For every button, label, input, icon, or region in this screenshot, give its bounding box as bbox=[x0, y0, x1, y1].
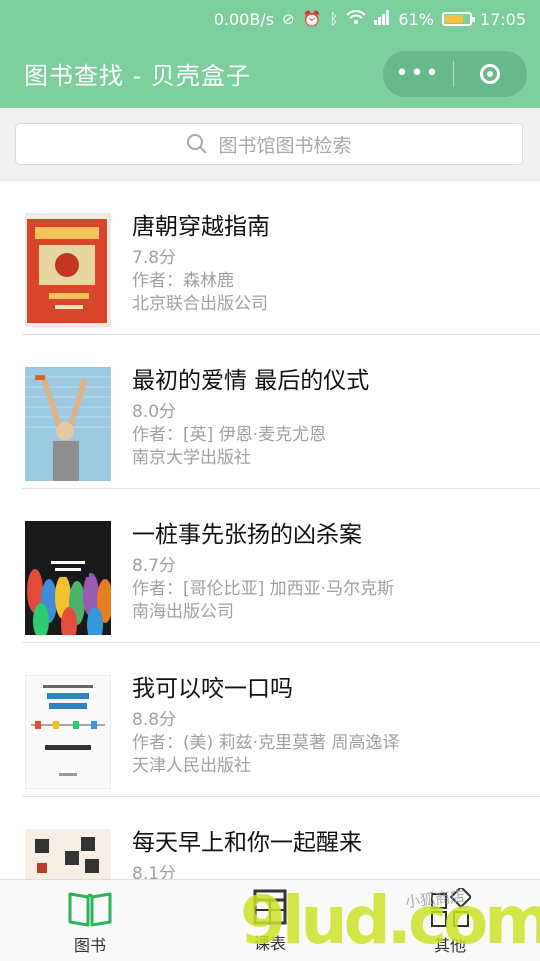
mini-program-capsule: ••• bbox=[382, 50, 528, 98]
book-cover bbox=[25, 367, 111, 481]
book-publisher: 北京联合出版公司 bbox=[132, 294, 268, 314]
tab-label: 其他 bbox=[433, 936, 466, 955]
status-bar: 0.00B/s ⊘ ⏰ ᛒ 61% 17:05 bbox=[0, 0, 540, 38]
book-list: 唐朝穿越指南 7.8分 作者：森林鹿 北京联合出版公司 最初的爱情 最后的仪式 … bbox=[0, 181, 540, 879]
battery-icon bbox=[441, 12, 475, 26]
list-item[interactable]: 我可以咬一口吗 8.8分 作者：(美) 莉兹·克里莫著 周高逸译 天津人民出版社 bbox=[22, 643, 540, 797]
book-cover bbox=[25, 675, 111, 789]
tab-books[interactable]: 图书 bbox=[0, 880, 180, 961]
tab-label: 图书 bbox=[73, 936, 106, 955]
list-item[interactable]: 最初的爱情 最后的仪式 8.0分 作者：[英] 伊恩·麦克尤恩 南京大学出版社 bbox=[22, 335, 540, 489]
book-info: 一桩事先张扬的凶杀案 8.7分 作者：[哥伦比亚] 加西亚·马尔克斯 南海出版公… bbox=[132, 515, 394, 624]
book-publisher: 南京大学出版社 bbox=[132, 448, 251, 468]
book-cover bbox=[25, 213, 111, 327]
list-item[interactable]: 唐朝穿越指南 7.8分 作者：森林鹿 北京联合出版公司 bbox=[22, 181, 540, 335]
battery-percent: 61% bbox=[398, 9, 434, 29]
tab-bar: 图书 课表 其他 bbox=[0, 879, 540, 961]
book-cover bbox=[25, 829, 111, 879]
bluetooth-icon: ᛒ bbox=[329, 10, 339, 28]
alarm-icon: ⏰ bbox=[302, 10, 322, 28]
tab-label: 课表 bbox=[253, 934, 286, 953]
clock: 17:05 bbox=[479, 9, 526, 29]
wifi-icon bbox=[346, 9, 366, 29]
data-saver-icon: ⊘ bbox=[282, 10, 295, 28]
book-title: 我可以咬一口吗 bbox=[132, 676, 293, 702]
book-title: 一桩事先张扬的凶杀案 bbox=[132, 522, 362, 548]
book-score: 7.8分 bbox=[132, 248, 177, 268]
book-title: 最初的爱情 最后的仪式 bbox=[132, 368, 370, 394]
signal-icon bbox=[374, 9, 390, 29]
book-author: 作者：森林鹿 bbox=[132, 271, 234, 291]
book-icon bbox=[68, 892, 112, 927]
book-score: 8.0分 bbox=[132, 402, 177, 422]
tab-other[interactable]: 其他 bbox=[360, 880, 540, 961]
book-info: 唐朝穿越指南 7.8分 作者：森林鹿 北京联合出版公司 bbox=[132, 207, 270, 316]
search-icon bbox=[187, 134, 208, 154]
page-title: 图书查找 - 贝壳盒子 bbox=[24, 62, 251, 90]
book-score: 8.1分 bbox=[132, 864, 177, 879]
book-publisher: 天津人民出版社 bbox=[132, 756, 251, 776]
search-area: 图书馆图书检索 bbox=[0, 108, 540, 181]
book-info: 每天早上和你一起醒来 8.1分 bbox=[132, 823, 362, 879]
network-speed: 0.00B/s bbox=[213, 9, 275, 29]
grid-icon bbox=[431, 888, 471, 927]
book-title: 唐朝穿越指南 bbox=[132, 214, 270, 240]
book-info: 我可以咬一口吗 8.8分 作者：(美) 莉兹·克里莫著 周高逸译 天津人民出版社 bbox=[132, 669, 399, 778]
book-author: 作者：[英] 伊恩·麦克尤恩 bbox=[132, 425, 327, 445]
book-title: 每天早上和你一起醒来 bbox=[132, 830, 362, 856]
book-author: 作者：(美) 莉兹·克里莫著 周高逸译 bbox=[132, 733, 400, 753]
book-publisher: 南海出版公司 bbox=[132, 602, 234, 622]
book-score: 8.8分 bbox=[132, 710, 177, 730]
book-score: 8.7分 bbox=[132, 556, 177, 576]
search-placeholder: 图书馆图书检索 bbox=[218, 134, 352, 157]
more-dots-icon[interactable]: ••• bbox=[383, 51, 453, 97]
search-input[interactable]: 图书馆图书检索 bbox=[15, 123, 523, 165]
book-info: 最初的爱情 最后的仪式 8.0分 作者：[英] 伊恩·麦克尤恩 南京大学出版社 bbox=[132, 361, 369, 470]
list-item[interactable]: 一桩事先张扬的凶杀案 8.7分 作者：[哥伦比亚] 加西亚·马尔克斯 南海出版公… bbox=[22, 489, 540, 643]
close-button[interactable] bbox=[454, 64, 526, 84]
book-author: 作者：[哥伦比亚] 加西亚·马尔克斯 bbox=[132, 579, 395, 599]
top-bar: 0.00B/s ⊘ ⏰ ᛒ 61% 17:05 图书查找 - 贝壳盒子 ••• bbox=[0, 0, 540, 108]
list-item[interactable]: 每天早上和你一起醒来 8.1分 bbox=[22, 797, 540, 879]
book-cover bbox=[25, 521, 111, 635]
tab-timetable[interactable]: 课表 bbox=[180, 880, 360, 961]
target-close-icon bbox=[480, 64, 500, 84]
timetable-icon bbox=[253, 889, 287, 925]
